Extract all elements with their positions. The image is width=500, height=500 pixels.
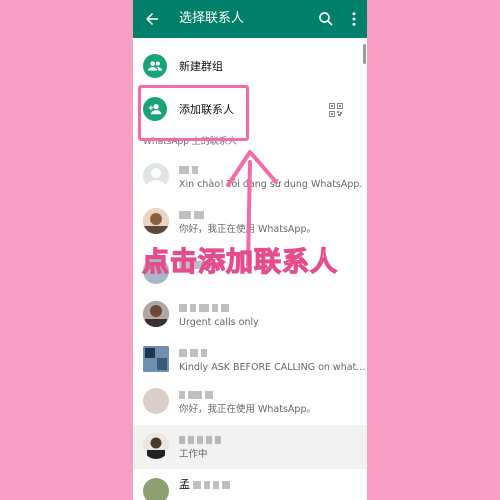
new-group-row[interactable]: 新建群组 xyxy=(133,52,367,82)
contact-name xyxy=(179,163,201,176)
contact-name xyxy=(179,388,216,401)
avatar-default-icon xyxy=(143,163,169,189)
page-title: 选择联系人 xyxy=(179,11,245,26)
contact-row[interactable]: 孟 xyxy=(133,470,367,500)
contact-row[interactable]: 你好，我正在使用 WhatsApp。 xyxy=(133,380,367,424)
avatar xyxy=(143,478,169,500)
contact-name xyxy=(179,301,232,314)
avatar xyxy=(143,301,169,327)
contact-status: 你好，我正在使用 WhatsApp。 xyxy=(179,404,316,415)
more-options-icon[interactable] xyxy=(345,10,363,28)
contact-name: 孟 xyxy=(179,478,233,491)
contact-status: Kindly ASK BEFORE CALLING on what... xyxy=(179,362,366,373)
avatar xyxy=(143,346,169,372)
contact-row[interactable]: Urgent calls only xyxy=(133,293,367,337)
avatar xyxy=(143,433,169,459)
highlight-box xyxy=(138,85,249,141)
contact-name xyxy=(179,208,207,221)
contact-status: Urgent calls only xyxy=(179,317,259,328)
contact-name xyxy=(179,433,224,446)
contact-name xyxy=(179,346,210,359)
instruction-caption: 点击添加联系人 xyxy=(141,246,338,278)
qr-code-icon[interactable] xyxy=(329,103,343,117)
contact-status: 工作中 xyxy=(179,449,208,460)
back-arrow-icon[interactable] xyxy=(143,10,161,28)
group-icon xyxy=(143,54,167,78)
search-icon[interactable] xyxy=(317,10,335,28)
contact-row[interactable]: Kindly ASK BEFORE CALLING on what... xyxy=(133,338,367,382)
new-group-label: 新建群组 xyxy=(179,60,223,73)
contact-row[interactable]: 工作中 xyxy=(133,425,367,469)
app-bar: 选择联系人 xyxy=(133,0,367,38)
avatar xyxy=(143,208,169,234)
avatar xyxy=(143,388,169,414)
